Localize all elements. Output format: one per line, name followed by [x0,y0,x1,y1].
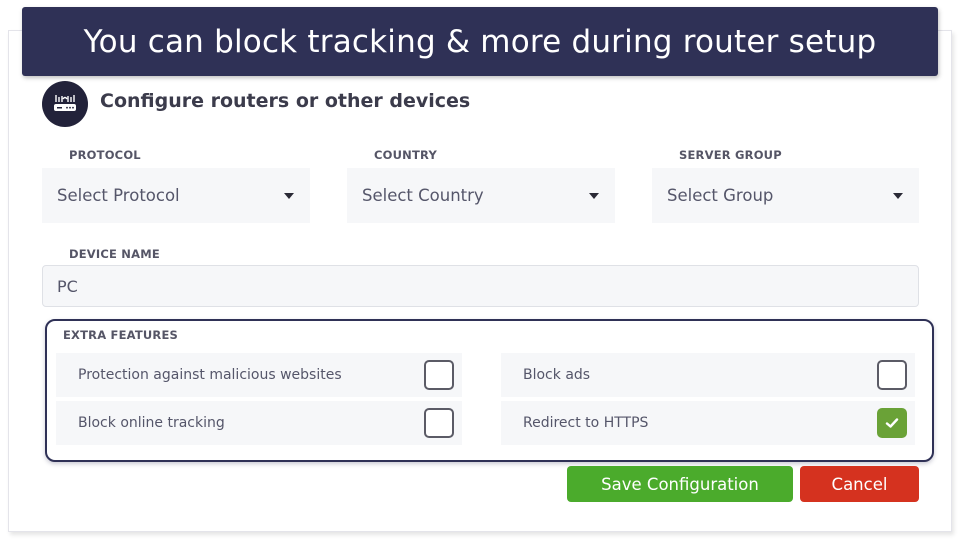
malicious-protection-checkbox[interactable] [424,360,454,390]
checkmark-icon [885,418,899,428]
country-value: Select Country [362,186,484,205]
cancel-button[interactable]: Cancel [800,466,919,502]
protocol-select[interactable]: Select Protocol [42,168,310,223]
server-group-value: Select Group [667,186,774,205]
feature-block-tracking[interactable]: Block online tracking [56,401,462,445]
server-group-label: SERVER GROUP [679,148,782,162]
save-configuration-button[interactable]: Save Configuration [567,466,793,502]
country-select[interactable]: Select Country [347,168,615,223]
feature-block-ads[interactable]: Block ads [501,353,915,397]
server-group-select[interactable]: Select Group [652,168,919,223]
router-icon [42,81,88,127]
device-name-input[interactable] [42,265,919,307]
page-title: Configure routers or other devices [100,90,471,112]
block-ads-checkbox[interactable] [877,360,907,390]
protocol-value: Select Protocol [57,186,180,205]
chevron-down-icon [284,192,294,199]
block-tracking-checkbox[interactable] [424,408,454,438]
extra-features-panel: EXTRA FEATURES Protection against malici… [45,319,934,462]
caption-text: You can block tracking & more during rou… [83,23,877,60]
redirect-https-checkbox[interactable] [877,408,907,438]
country-label: COUNTRY [374,148,437,162]
chevron-down-icon [589,192,599,199]
feature-label: Block ads [523,367,591,383]
caption-banner: You can block tracking & more during rou… [22,7,938,76]
protocol-label: PROTOCOL [69,148,141,162]
feature-label: Block online tracking [78,415,225,431]
device-name-label: DEVICE NAME [69,247,160,261]
feature-malicious-protection[interactable]: Protection against malicious websites [56,353,462,397]
feature-label: Protection against malicious websites [78,367,342,383]
feature-redirect-https[interactable]: Redirect to HTTPS [501,401,915,445]
extra-features-title: EXTRA FEATURES [63,328,179,342]
feature-label: Redirect to HTTPS [523,415,649,431]
chevron-down-icon [893,192,903,199]
